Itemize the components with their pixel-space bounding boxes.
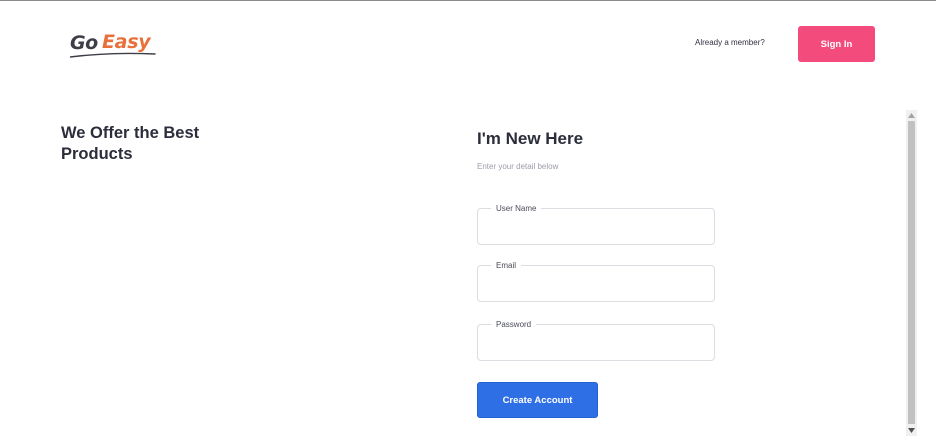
password-input[interactable] — [478, 325, 714, 360]
form-title: I'm New Here — [477, 129, 584, 148]
scroll-up-arrow-icon[interactable] — [906, 110, 917, 120]
scroll-down-arrow-icon[interactable] — [906, 425, 917, 435]
create-account-button[interactable]: Create Account — [477, 382, 598, 418]
sign-in-button[interactable]: Sign In — [798, 26, 875, 62]
password-field: Password — [477, 319, 715, 361]
goeasy-logo[interactable]: Go Easy — [70, 31, 170, 63]
username-field: User Name — [477, 203, 715, 245]
username-input[interactable] — [478, 209, 714, 244]
already-member-text: Already a member? — [695, 38, 765, 47]
hero-title: We Offer the Best Products — [61, 124, 200, 163]
logo-swoosh-icon — [70, 52, 156, 58]
form-subtitle: Enter your detail below — [477, 162, 559, 171]
vertical-scrollbar[interactable] — [906, 110, 917, 436]
scrollbar-thumb[interactable] — [908, 121, 915, 424]
email-field: Email — [477, 260, 715, 302]
site-header: Go Easy Already a member? Sign In — [0, 1, 936, 81]
email-input[interactable] — [478, 266, 714, 301]
